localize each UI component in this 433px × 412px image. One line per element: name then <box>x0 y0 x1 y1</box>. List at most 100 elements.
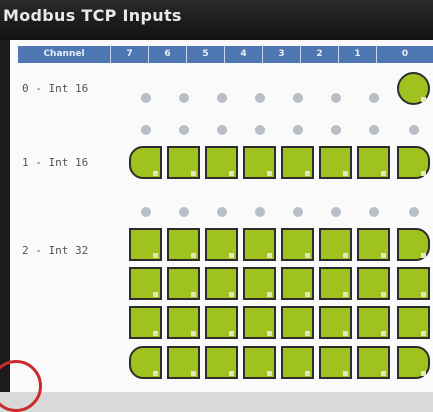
active-bit-tile[interactable] <box>281 228 314 261</box>
inactive-bit-dot <box>409 207 419 217</box>
bit-indicator-icon <box>421 292 426 297</box>
active-bit-tile[interactable] <box>167 346 200 379</box>
active-bit-tile[interactable] <box>129 306 162 339</box>
bit-indicator-icon <box>153 371 158 376</box>
inactive-bit-dot <box>409 125 419 135</box>
bit-indicator-icon <box>267 331 272 336</box>
active-bit-tile[interactable] <box>319 346 352 379</box>
table-header: Channel 7 6 5 4 3 2 1 0 <box>18 46 433 63</box>
inactive-bit-dot <box>217 125 227 135</box>
active-bit-tile[interactable] <box>357 306 390 339</box>
inactive-bit-dot <box>331 125 341 135</box>
active-bit-tile[interactable] <box>357 267 390 300</box>
bit-indicator-icon <box>191 292 196 297</box>
header-bit-6: 6 <box>149 46 187 63</box>
bit-indicator-icon <box>191 371 196 376</box>
bit-indicator-icon <box>267 371 272 376</box>
active-bit-tile[interactable] <box>397 146 430 179</box>
active-bit-tile[interactable] <box>129 228 162 261</box>
active-bit-tile[interactable] <box>167 267 200 300</box>
active-bit-tile[interactable] <box>167 146 200 179</box>
bit-indicator-icon <box>191 331 196 336</box>
inactive-bit-dot <box>293 93 303 103</box>
bit-indicator-icon <box>381 253 386 258</box>
bit-indicator-icon <box>343 331 348 336</box>
bit-indicator-icon <box>343 292 348 297</box>
inactive-bit-dot <box>255 93 265 103</box>
bit-indicator-icon <box>153 253 158 258</box>
inactive-bit-dot <box>179 125 189 135</box>
active-bit-tile[interactable] <box>319 306 352 339</box>
header-bit-4: 4 <box>225 46 263 63</box>
active-bit-tile[interactable] <box>243 267 276 300</box>
window-title: Modbus TCP Inputs <box>3 6 182 25</box>
bit-indicator-icon <box>305 171 310 176</box>
bit-indicator-icon <box>421 253 426 258</box>
active-bit-tile[interactable] <box>167 228 200 261</box>
inactive-bit-dot <box>141 93 151 103</box>
header-bit-7: 7 <box>111 46 149 63</box>
active-bit-tile[interactable] <box>243 306 276 339</box>
inactive-bit-dot <box>331 207 341 217</box>
inactive-bit-dot <box>255 207 265 217</box>
active-bit-tile[interactable] <box>167 306 200 339</box>
bit-indicator-icon <box>305 371 310 376</box>
left-border-strip <box>0 40 10 392</box>
active-bit-tile[interactable] <box>129 146 162 179</box>
bit-indicator-icon <box>421 371 426 376</box>
bit-indicator-icon <box>381 171 386 176</box>
active-bit-tile[interactable] <box>397 306 430 339</box>
header-bit-0: 0 <box>401 49 409 59</box>
inactive-bit-dot <box>217 207 227 217</box>
active-bit-tile[interactable] <box>319 146 352 179</box>
row-label-0: 0 - Int 16 <box>22 82 89 95</box>
active-bit-tile[interactable] <box>205 346 238 379</box>
active-bit-tile[interactable] <box>129 267 162 300</box>
row-label-1: 1 - Int 16 <box>22 156 89 169</box>
bit-indicator-icon <box>343 253 348 258</box>
inactive-bit-dot <box>369 207 379 217</box>
inactive-bit-dot <box>141 125 151 135</box>
active-bit-tile[interactable] <box>205 228 238 261</box>
header-bit-5: 5 <box>187 46 225 63</box>
bit-indicator-icon <box>229 292 234 297</box>
inactive-bit-dot <box>217 93 227 103</box>
active-bit-tile[interactable] <box>281 267 314 300</box>
active-bit-tile[interactable] <box>357 346 390 379</box>
bit-indicator-icon <box>229 331 234 336</box>
inactive-bit-dot <box>369 125 379 135</box>
bit-indicator-icon <box>421 97 426 102</box>
active-bit-tile[interactable] <box>397 228 430 261</box>
header-bit-2: 2 <box>301 46 339 63</box>
inactive-bit-dot <box>255 125 265 135</box>
bit-indicator-icon <box>305 331 310 336</box>
inactive-bit-dot <box>179 93 189 103</box>
active-bit-tile[interactable] <box>397 267 430 300</box>
bit-indicator-icon <box>191 253 196 258</box>
bit-indicator-icon <box>381 292 386 297</box>
active-bit-tile[interactable] <box>129 346 162 379</box>
active-bit-tile[interactable] <box>397 346 430 379</box>
bit-indicator-icon <box>421 171 426 176</box>
bit-indicator-icon <box>191 171 196 176</box>
active-bit-tile[interactable] <box>357 228 390 261</box>
active-bit-tile[interactable] <box>243 346 276 379</box>
active-bit-tile[interactable] <box>243 146 276 179</box>
bit-indicator-icon <box>267 171 272 176</box>
active-bit-tile[interactable] <box>243 228 276 261</box>
active-bit-tile[interactable] <box>205 267 238 300</box>
active-bit-led[interactable] <box>397 72 430 105</box>
active-bit-tile[interactable] <box>319 267 352 300</box>
active-bit-tile[interactable] <box>205 146 238 179</box>
bit-indicator-icon <box>267 292 272 297</box>
active-bit-tile[interactable] <box>281 306 314 339</box>
active-bit-tile[interactable] <box>319 228 352 261</box>
bit-indicator-icon <box>229 171 234 176</box>
active-bit-tile[interactable] <box>281 146 314 179</box>
row-label-2: 2 - Int 32 <box>22 244 89 257</box>
active-bit-tile[interactable] <box>281 346 314 379</box>
active-bit-tile[interactable] <box>357 146 390 179</box>
inactive-bit-dot <box>369 93 379 103</box>
active-bit-tile[interactable] <box>205 306 238 339</box>
header-channel: Channel <box>18 46 111 63</box>
